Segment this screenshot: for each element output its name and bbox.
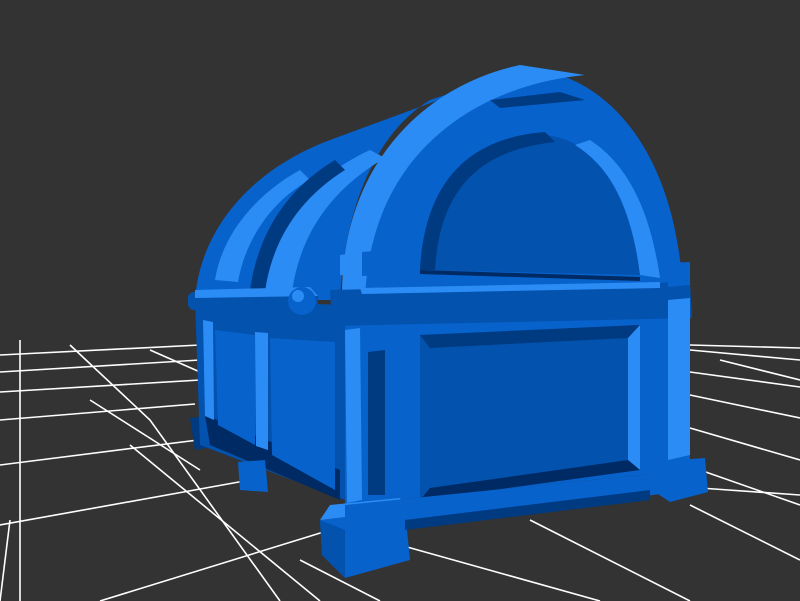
clasp-knob-highlight: [292, 290, 304, 302]
lid-bracket-right: [668, 262, 690, 287]
left-corner-post-inset: [368, 350, 385, 495]
lid-bracket-left: [362, 250, 388, 276]
side-post-1: [255, 332, 268, 450]
lid-bracket-left-hl: [340, 252, 362, 276]
front-panel-bevel-right: [628, 325, 640, 470]
clasp-knob[interactable]: [288, 287, 316, 315]
3d-viewport[interactable]: [0, 0, 800, 601]
scene-canvas[interactable]: [0, 0, 800, 601]
back-left-foot: [238, 460, 268, 492]
right-corner-post: [668, 298, 690, 460]
left-corner-post: [345, 328, 362, 503]
